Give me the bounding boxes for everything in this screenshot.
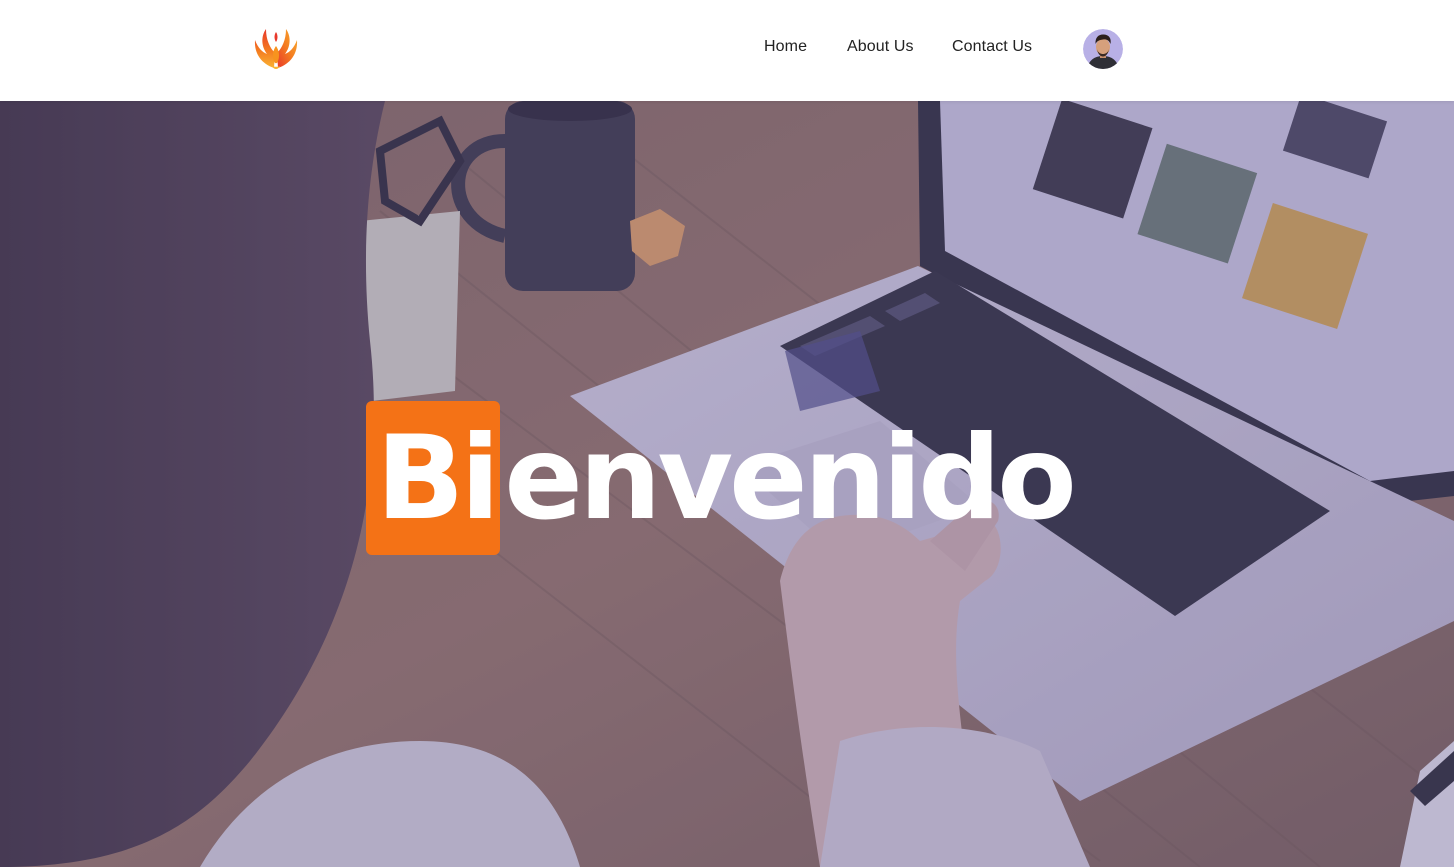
- nav-link-about-us[interactable]: About Us: [847, 38, 914, 56]
- user-avatar[interactable]: [1083, 29, 1123, 69]
- nav-link-contact-us[interactable]: Contact Us: [952, 38, 1032, 56]
- hero-title-highlight: Bi: [366, 401, 500, 555]
- hero-section: Bi envenido: [0, 101, 1454, 867]
- hero-title-rest: envenido: [504, 410, 1077, 546]
- phoenix-logo-icon[interactable]: [252, 26, 300, 72]
- site-header: Home About Us Contact Us: [0, 0, 1454, 101]
- nav-link-home[interactable]: Home: [764, 38, 807, 56]
- hero-title: Bi envenido: [366, 401, 1077, 555]
